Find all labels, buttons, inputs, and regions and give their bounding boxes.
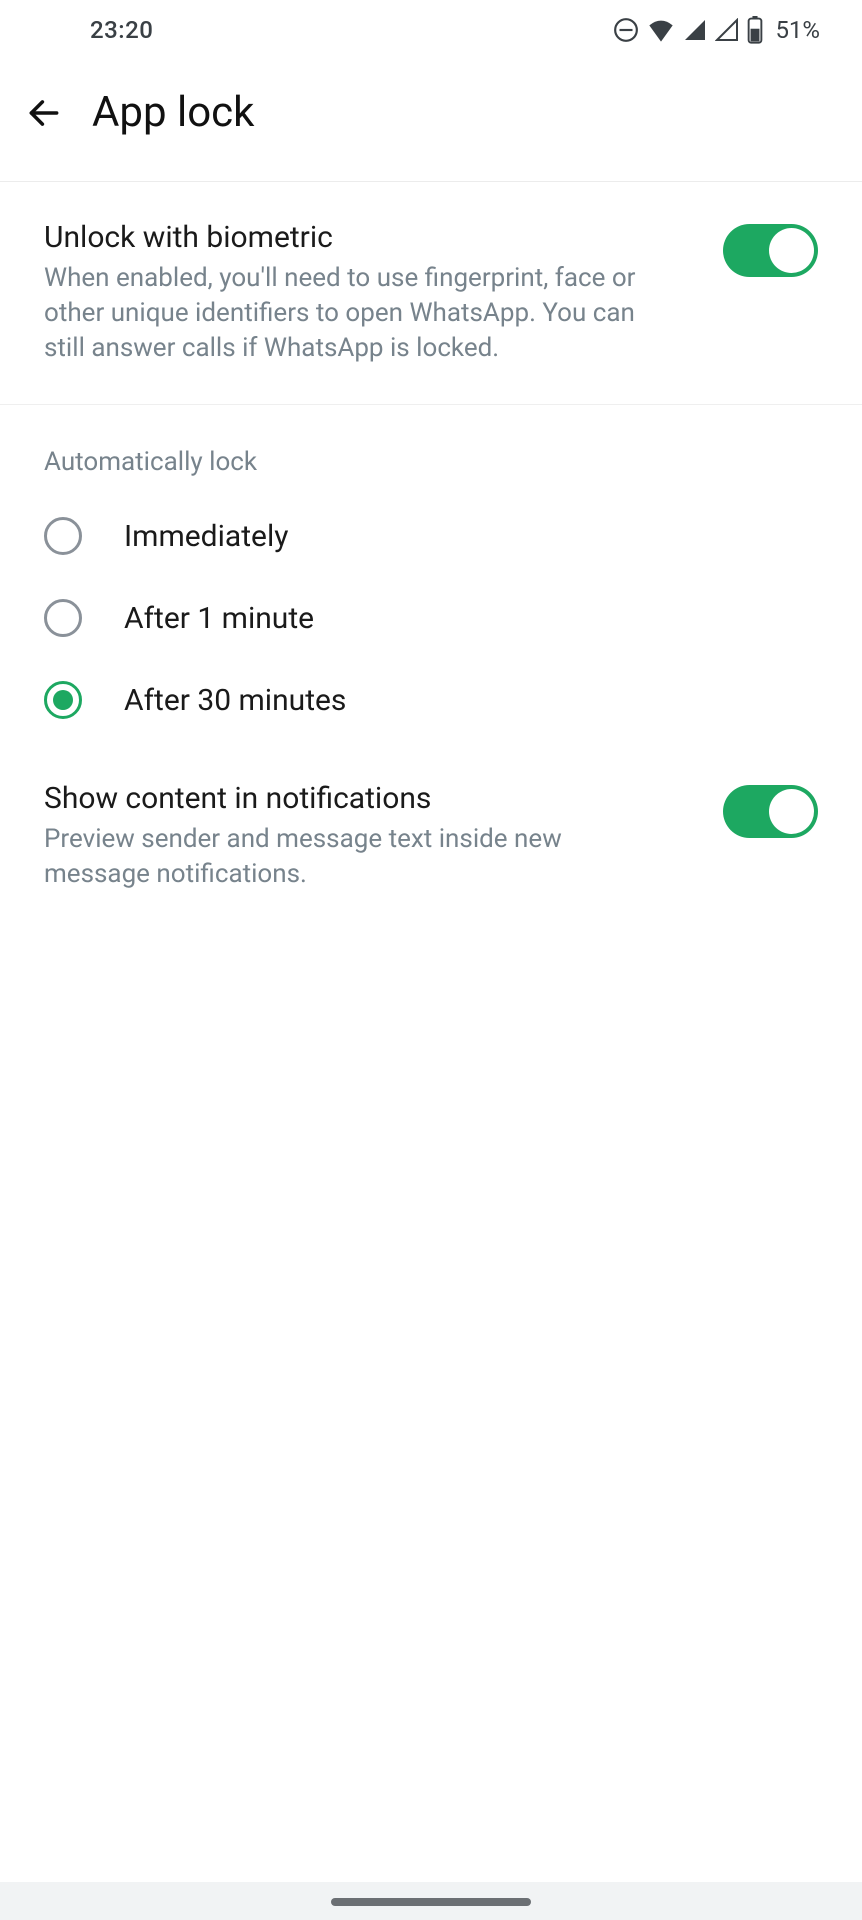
app-lock-screen: 23:20 51% App lock: [0, 0, 862, 1920]
notifications-row[interactable]: Show content in notifications Preview se…: [0, 741, 862, 892]
notifications-desc: Preview sender and message text inside n…: [44, 822, 664, 892]
notifications-title: Show content in notifications: [44, 781, 699, 816]
autolock-section-label: Automatically lock: [0, 405, 862, 495]
signal-2-icon: [715, 18, 739, 42]
status-icons: 51%: [613, 16, 820, 44]
biometric-text: Unlock with biometric When enabled, you'…: [44, 220, 699, 366]
radio-label: After 1 minute: [124, 601, 314, 636]
status-bar: 23:20 51%: [0, 0, 862, 60]
radio-button[interactable]: [44, 599, 82, 637]
biometric-toggle[interactable]: [723, 224, 818, 277]
radio-label: Immediately: [124, 519, 288, 554]
battery-percent: 51%: [775, 16, 820, 44]
signal-1-icon: [683, 18, 707, 42]
arrow-left-icon: [25, 94, 63, 132]
toggle-knob: [769, 228, 814, 273]
notifications-toggle[interactable]: [723, 785, 818, 838]
radio-label: After 30 minutes: [124, 683, 346, 718]
battery-icon: [747, 16, 763, 44]
status-time: 23:20: [90, 16, 153, 44]
radio-button[interactable]: [44, 681, 82, 719]
page-header: App lock: [0, 60, 862, 182]
autolock-option-1min[interactable]: After 1 minute: [0, 577, 862, 659]
biometric-desc: When enabled, you'll need to use fingerp…: [44, 261, 664, 366]
notifications-text: Show content in notifications Preview se…: [44, 781, 699, 892]
biometric-title: Unlock with biometric: [44, 220, 699, 255]
back-button[interactable]: [24, 93, 64, 133]
autolock-option-30min[interactable]: After 30 minutes: [0, 659, 862, 741]
toggle-knob: [769, 789, 814, 834]
wifi-icon: [647, 18, 675, 42]
do-not-disturb-icon: [613, 17, 639, 43]
autolock-option-immediately[interactable]: Immediately: [0, 495, 862, 577]
page-title: App lock: [92, 88, 254, 137]
biometric-row[interactable]: Unlock with biometric When enabled, you'…: [0, 182, 862, 405]
radio-button[interactable]: [44, 517, 82, 555]
home-indicator[interactable]: [331, 1898, 531, 1906]
